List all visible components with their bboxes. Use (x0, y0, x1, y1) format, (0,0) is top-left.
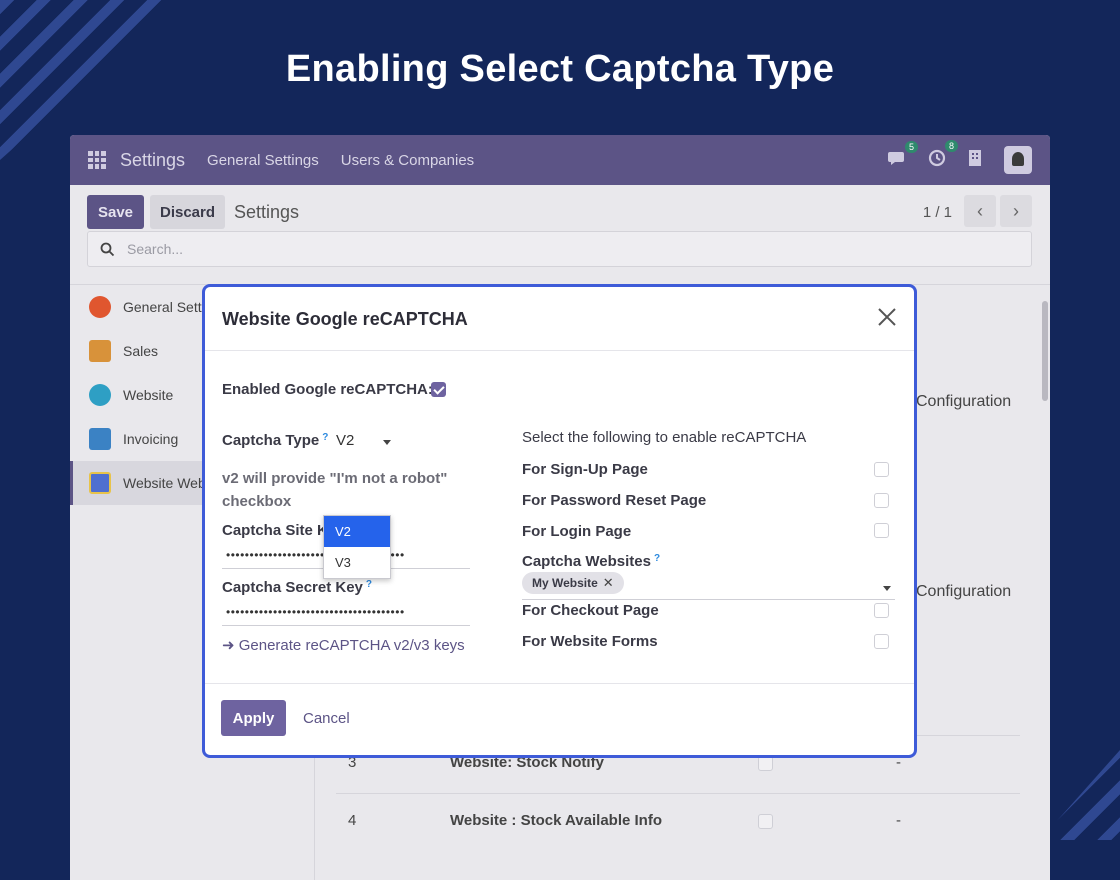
captcha-type-value: V2 (336, 432, 355, 449)
captcha-websites-label: Captcha Websites? (522, 553, 660, 570)
captcha-websites-input[interactable]: My Website ✕ (522, 570, 895, 600)
sidebar-item-label: Sales (123, 343, 159, 359)
captcha-option-v3[interactable]: V3 (324, 547, 390, 578)
captcha-type-dropdown: V2 V3 (323, 515, 391, 579)
discard-button[interactable]: Discard (150, 195, 225, 229)
cancel-button[interactable]: Cancel (293, 700, 360, 736)
secret-key-text: Captcha Secret Key (222, 579, 363, 596)
captcha-app-icon (89, 472, 111, 494)
captcha-type-text: Captcha Type (222, 432, 320, 449)
scrollbar-thumb[interactable] (1042, 301, 1048, 401)
dialog-title: Website Google reCAPTCHA (222, 309, 468, 329)
app-menu-icon[interactable] (88, 151, 106, 169)
row-checkbox[interactable] (758, 756, 773, 771)
website-forms-checkbox[interactable] (874, 634, 889, 649)
login-checkbox[interactable] (874, 523, 889, 538)
activity-clock-icon[interactable]: 8 (928, 139, 958, 172)
save-button[interactable]: Save (87, 195, 144, 229)
generate-keys-link[interactable]: ➜ Generate reCAPTCHA v2/v3 keys (222, 636, 465, 654)
control-panel: Save Discard Settings 1 / 1 ‹ › Search..… (70, 185, 1050, 285)
recaptcha-dialog: Website Google reCAPTCHA Enabled Google … (202, 284, 917, 758)
captcha-option-v2[interactable]: V2 (324, 516, 390, 547)
captcha-type-label: Captcha Type? (222, 432, 328, 449)
page-headline: Enabling Select Captcha Type (285, 48, 835, 90)
nav-app-name[interactable]: Settings (120, 150, 185, 171)
building-icon[interactable] (968, 149, 982, 172)
help-icon[interactable]: ? (322, 432, 328, 443)
help-icon[interactable]: ? (366, 579, 372, 590)
password-reset-checkbox[interactable] (874, 493, 889, 508)
sidebar-item-label: Invoicing (123, 431, 179, 447)
nav-general-settings[interactable]: General Settings (207, 152, 319, 169)
row-checkbox[interactable] (758, 814, 773, 829)
user-avatar[interactable] (1004, 146, 1032, 174)
search-placeholder: Search... (127, 241, 184, 257)
row-value: - (896, 812, 901, 829)
dialog-footer: Apply Cancel (205, 683, 914, 755)
sales-icon (89, 340, 111, 362)
password-reset-label: For Password Reset Page (522, 492, 707, 509)
website-tag-label: My Website (532, 576, 598, 590)
pager-value[interactable]: 1 / 1 (923, 204, 952, 221)
chat-icon[interactable]: 5 (888, 140, 918, 171)
secret-key-label: Captcha Secret Key? (222, 579, 372, 596)
enable-section-heading: Select the following to enable reCAPTCHA (522, 429, 807, 446)
scrollbar[interactable] (1040, 285, 1050, 880)
config-label[interactable]: Configuration (916, 393, 1011, 411)
general-settings-icon (89, 296, 111, 318)
top-navbar: Settings General Settings Users & Compan… (70, 135, 1050, 185)
close-button[interactable] (876, 307, 898, 329)
chat-badge: 5 (904, 140, 918, 153)
nav-users-companies[interactable]: Users & Companies (341, 152, 474, 169)
secret-key-input[interactable]: •••••••••••••••••••••••••••••••••••••• (222, 600, 470, 626)
captcha-type-select[interactable]: V2 (336, 432, 391, 454)
checkout-label: For Checkout Page (522, 602, 659, 619)
website-tag: My Website ✕ (522, 572, 624, 594)
table-row: 4 Website : Stock Available Info - (336, 793, 1020, 851)
signup-checkbox[interactable] (874, 462, 889, 477)
checkout-checkbox[interactable] (874, 603, 889, 618)
chevron-left-icon[interactable]: ‹ (964, 195, 996, 227)
enabled-recaptcha-label: Enabled Google reCAPTCHA: (222, 381, 433, 398)
apply-button[interactable]: Apply (221, 700, 286, 736)
row-number: 4 (348, 812, 357, 829)
website-forms-label: For Website Forms (522, 633, 658, 650)
config-label[interactable]: Configuration (916, 583, 1011, 601)
activity-badge: 8 (944, 139, 958, 152)
row-name: Website : Stock Available Info (450, 812, 662, 829)
tag-remove-icon[interactable]: ✕ (603, 575, 614, 590)
captcha-websites-text: Captcha Websites (522, 553, 651, 570)
help-icon[interactable]: ? (654, 553, 660, 564)
chevron-down-icon (383, 440, 391, 445)
signup-label: For Sign-Up Page (522, 461, 648, 478)
v2-description: v2 will provide "I'm not a robot" checkb… (222, 470, 448, 510)
invoicing-icon (89, 428, 111, 450)
close-icon (878, 308, 896, 326)
decorative-stripes (1040, 750, 1120, 840)
website-icon (89, 384, 111, 406)
chevron-down-icon[interactable] (883, 586, 891, 591)
sidebar-item-label: Website (123, 387, 174, 403)
dialog-header: Website Google reCAPTCHA (205, 287, 914, 351)
enabled-recaptcha-checkbox[interactable] (431, 382, 446, 397)
login-label: For Login Page (522, 523, 632, 540)
dialog-body: Enabled Google reCAPTCHA: Captcha Type? … (205, 351, 914, 687)
search-input[interactable]: Search... (87, 231, 1032, 267)
chevron-right-icon[interactable]: › (1000, 195, 1032, 227)
breadcrumb-title: Settings (234, 202, 300, 222)
search-icon (100, 242, 115, 256)
